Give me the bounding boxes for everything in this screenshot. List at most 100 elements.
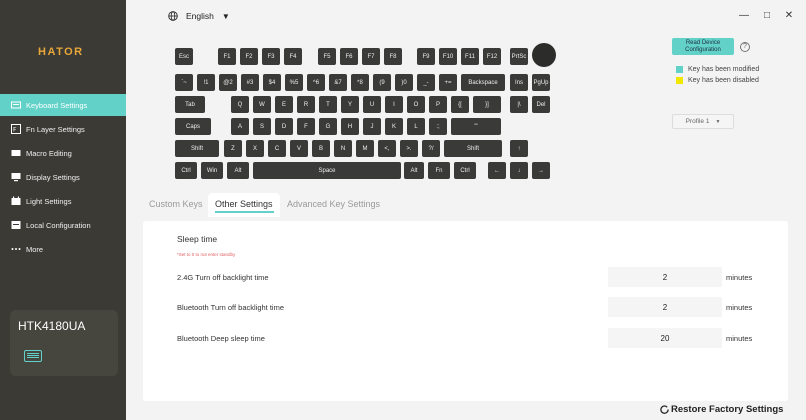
restore-factory-settings-button[interactable]: Restore Factory Settings <box>660 404 783 415</box>
key[interactable]: A <box>231 118 249 135</box>
key[interactable]: |\ <box>510 96 528 113</box>
key[interactable]: R <box>297 96 315 113</box>
key[interactable]: Esc <box>175 48 193 65</box>
key[interactable]: _- <box>417 74 435 91</box>
key[interactable]: F2 <box>240 48 258 65</box>
key[interactable]: Caps <box>175 118 211 135</box>
key[interactable]: )0 <box>395 74 413 91</box>
profile-select[interactable]: Profile 1 ▼ <box>672 114 734 129</box>
sidebar-item-keyboard-settings[interactable]: Keyboard Settings <box>0 94 126 116</box>
key[interactable]: Win <box>201 162 223 179</box>
key[interactable]: Ctrl <box>454 162 476 179</box>
key[interactable]: J <box>363 118 381 135</box>
key[interactable]: PgUp <box>532 74 550 91</box>
key[interactable]: ?/ <box>422 140 440 157</box>
key[interactable]: X <box>246 140 264 157</box>
key[interactable]: ↑ <box>510 140 528 157</box>
key[interactable]: Y <box>341 96 359 113</box>
sidebar-item-macro-editing[interactable]: Macro Editing <box>0 142 126 164</box>
key[interactable]: N <box>334 140 352 157</box>
key[interactable]: Del <box>532 96 550 113</box>
key[interactable]: $4 <box>263 74 281 91</box>
key[interactable]: V <box>290 140 308 157</box>
key[interactable]: %5 <box>285 74 303 91</box>
tab-other-settings[interactable]: Other Settings <box>215 199 273 209</box>
key[interactable]: T <box>319 96 337 113</box>
tab-advanced-key-settings[interactable]: Advanced Key Settings <box>287 199 380 209</box>
key[interactable]: M <box>356 140 374 157</box>
key[interactable]: Shift <box>444 140 502 157</box>
key[interactable]: F11 <box>461 48 479 65</box>
tab-custom-keys[interactable]: Custom Keys <box>149 199 203 209</box>
key[interactable]: #3 <box>241 74 259 91</box>
key[interactable]: F4 <box>284 48 302 65</box>
key[interactable]: >. <box>400 140 418 157</box>
key[interactable]: Ins <box>510 74 528 91</box>
key[interactable]: F9 <box>417 48 435 65</box>
key[interactable]: Q <box>231 96 249 113</box>
key[interactable]: P <box>429 96 447 113</box>
key[interactable]: Backspace <box>461 74 505 91</box>
sidebar-item-more[interactable]: More <box>0 238 126 260</box>
key[interactable]: ^6 <box>307 74 325 91</box>
key[interactable]: C <box>268 140 286 157</box>
key[interactable]: F7 <box>362 48 380 65</box>
bluetooth-deep-sleep-time-input[interactable] <box>608 328 722 348</box>
key[interactable]: `~ <box>175 74 193 91</box>
key[interactable]: Tab <box>175 96 205 113</box>
key[interactable]: H <box>341 118 359 135</box>
key[interactable]: F10 <box>439 48 457 65</box>
key[interactable]: I <box>385 96 403 113</box>
help-icon[interactable]: ? <box>740 42 750 52</box>
key[interactable]: F12 <box>483 48 501 65</box>
key[interactable]: F6 <box>340 48 358 65</box>
key[interactable]: Alt <box>404 162 424 179</box>
key[interactable]: K <box>385 118 403 135</box>
key[interactable]: Space <box>253 162 401 179</box>
close-icon[interactable]: ✕ <box>783 10 795 21</box>
key[interactable]: F5 <box>318 48 336 65</box>
key[interactable]: ↓ <box>510 162 528 179</box>
sidebar-item-light-settings[interactable]: Light Settings <box>0 190 126 212</box>
device-card[interactable]: HTK4180UA <box>10 310 118 376</box>
language-selector[interactable]: English ▼ <box>168 11 230 21</box>
key[interactable]: → <box>532 162 550 179</box>
key[interactable]: @2 <box>219 74 237 91</box>
key[interactable]: F3 <box>262 48 280 65</box>
key[interactable]: L <box>407 118 425 135</box>
key[interactable]: }] <box>473 96 501 113</box>
key[interactable]: O <box>407 96 425 113</box>
key[interactable]: Shift <box>175 140 219 157</box>
key[interactable]: D <box>275 118 293 135</box>
key[interactable]: E <box>275 96 293 113</box>
minimize-icon[interactable]: — <box>738 10 750 21</box>
key[interactable]: :; <box>429 118 447 135</box>
sidebar-item-display-settings[interactable]: Display Settings <box>0 166 126 188</box>
key[interactable]: "' <box>451 118 501 135</box>
key[interactable]: U <box>363 96 381 113</box>
key[interactable]: Z <box>224 140 242 157</box>
key[interactable]: <, <box>378 140 396 157</box>
key[interactable]: ← <box>488 162 506 179</box>
key[interactable]: += <box>439 74 457 91</box>
key[interactable]: G <box>319 118 337 135</box>
sidebar-item-local-configuration[interactable]: Local Configuration <box>0 214 126 236</box>
key[interactable]: F <box>297 118 315 135</box>
key[interactable]: W <box>253 96 271 113</box>
key[interactable]: B <box>312 140 330 157</box>
key[interactable]: !1 <box>197 74 215 91</box>
key[interactable]: {[ <box>451 96 469 113</box>
key[interactable]: Fn <box>428 162 450 179</box>
read-device-configuration-button[interactable]: Read Device Configuration <box>672 38 734 55</box>
maximize-icon[interactable]: □ <box>761 10 773 21</box>
key[interactable]: F8 <box>384 48 402 65</box>
key[interactable]: S <box>253 118 271 135</box>
volume-knob[interactable] <box>532 43 556 67</box>
key[interactable]: Alt <box>227 162 249 179</box>
key[interactable]: Ctrl <box>175 162 197 179</box>
key[interactable]: F1 <box>218 48 236 65</box>
key[interactable]: PrtSc <box>510 48 528 65</box>
key[interactable]: &7 <box>329 74 347 91</box>
bluetooth-backlight-time-input[interactable] <box>608 297 722 317</box>
key[interactable]: *8 <box>351 74 369 91</box>
